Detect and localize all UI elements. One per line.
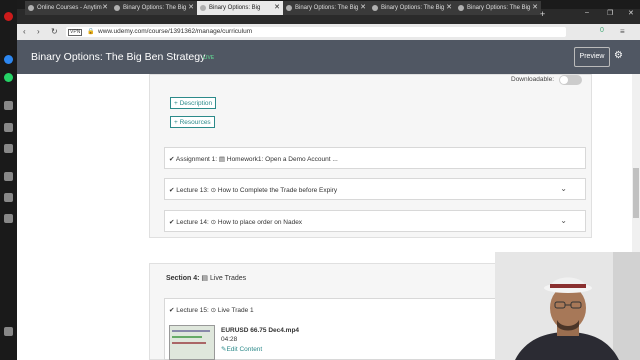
item-title: Homework1: Open a Demo Account ... — [226, 156, 338, 163]
curriculum-item-lecture-13[interactable]: ✔ Lecture 13: ⊙ How to Complete the Trad… — [164, 178, 586, 200]
close-tab-icon[interactable]: ✕ — [532, 1, 538, 15]
heart-icon[interactable] — [4, 193, 13, 202]
check-circle-icon: ✔ — [169, 219, 175, 226]
downloadable-label: Downloadable: — [511, 76, 555, 83]
scrollbar-thumb[interactable] — [633, 168, 639, 218]
thumbnail-detail — [172, 342, 206, 344]
item-prefix: Lecture 14: — [176, 219, 209, 226]
search-icon[interactable] — [4, 101, 13, 110]
thumbnail-detail — [172, 336, 202, 338]
gear-icon[interactable]: ⚙ — [614, 50, 623, 61]
tab-1[interactable]: Online Courses - Anytim ✕ — [25, 1, 111, 15]
tab-6[interactable]: Binary Options: The Big ✕ — [455, 1, 541, 15]
item-prefix: Assignment 1: — [175, 156, 218, 163]
extension-badge[interactable]: 0 — [600, 27, 604, 34]
document-icon: ▤ — [218, 156, 226, 163]
add-description-button[interactable]: + Description — [170, 97, 217, 109]
check-circle-icon: ✔ — [169, 307, 175, 314]
new-tab-button[interactable]: + — [540, 9, 545, 19]
favicon-icon — [200, 5, 206, 11]
whatsapp-icon[interactable] — [4, 73, 13, 82]
curriculum-item-lecture-14[interactable]: ✔ Lecture 14: ⊙ How to place order on Na… — [164, 210, 586, 232]
lecture-15-header: ✔ Lecture 15: ⊙ Live Trade 1 — [169, 306, 254, 314]
webcam-overlay — [495, 252, 640, 360]
tab-4[interactable]: Binary Options: The Big ✕ — [283, 1, 369, 15]
status-badge: LIVE — [203, 55, 215, 61]
item-title: Live Trade 1 — [217, 307, 254, 314]
reload-icon[interactable]: ↻ — [51, 27, 58, 36]
opera-sidebar — [0, 0, 17, 360]
edit-content-link[interactable]: ✎Edit Content — [221, 345, 262, 353]
menu-icon[interactable]: ≡ — [620, 27, 625, 36]
tab-3-active[interactable]: Binary Options: Big ✕ — [197, 1, 283, 15]
chevron-down-icon[interactable]: ⌄ — [560, 184, 567, 193]
item-title: How to Complete the Trade before Expiry — [217, 187, 338, 194]
restore-button[interactable]: ❐ — [607, 9, 613, 17]
check-circle-icon: ✔ — [169, 187, 175, 194]
preview-button[interactable]: Preview — [574, 47, 610, 67]
back-icon[interactable]: ‹ — [23, 27, 26, 36]
video-duration: 04:28 — [221, 336, 238, 343]
section-label: Section 4: — [166, 275, 200, 282]
forward-icon[interactable]: › — [37, 27, 40, 36]
toggle-knob — [560, 76, 568, 84]
favicon-icon — [28, 5, 34, 11]
vpn-badge[interactable]: VPN — [68, 29, 83, 36]
video-filename: EURUSD 66.75 Dec4.mp4 — [221, 327, 300, 334]
opera-logo-icon[interactable] — [4, 12, 13, 21]
item-prefix: Lecture 13: — [176, 187, 209, 194]
section-title: Live Trades — [209, 275, 247, 282]
close-tab-icon[interactable]: ✕ — [102, 1, 108, 15]
camera-icon[interactable] — [4, 144, 13, 153]
sidebar-toggle-icon[interactable] — [4, 327, 13, 336]
favicon-icon — [372, 5, 378, 11]
favicon-icon — [458, 5, 464, 11]
close-tab-icon[interactable]: ✕ — [446, 1, 452, 15]
favicon-icon — [286, 5, 292, 11]
tab-5[interactable]: Binary Options: The Big ✕ — [369, 1, 455, 15]
item-title: How to place order on Nadex — [217, 219, 303, 226]
news-icon[interactable] — [4, 214, 13, 223]
thumbnail-detail — [172, 330, 210, 332]
send-icon[interactable] — [4, 123, 13, 132]
play-circle-icon: ⊙ — [210, 187, 217, 194]
presenter-image — [495, 252, 640, 360]
close-tab-icon[interactable]: ✕ — [274, 1, 280, 15]
section-4-header: Section 4: ▤ Live Trades — [166, 274, 246, 282]
favicon-icon — [114, 5, 120, 11]
messenger-icon[interactable] — [4, 55, 13, 64]
add-resources-button[interactable]: + Resources — [170, 116, 215, 128]
apps-icon[interactable] — [4, 172, 13, 181]
close-tab-icon[interactable]: ✕ — [360, 1, 366, 15]
chevron-down-icon[interactable]: ⌄ — [560, 216, 567, 225]
play-circle-icon: ⊙ — [210, 307, 217, 314]
play-circle-icon: ⊙ — [210, 219, 217, 226]
document-icon: ▤ — [201, 275, 209, 282]
curriculum-item-assignment-1[interactable]: ✔ Assignment 1: ▤ Homework1: Open a Demo… — [164, 147, 586, 169]
item-prefix: Lecture 15: — [176, 307, 209, 314]
minimize-button[interactable]: – — [585, 9, 589, 16]
url-text[interactable]: www.udemy.com/course/1391362/manage/curr… — [98, 28, 252, 35]
check-circle-icon: ✔ — [169, 156, 175, 163]
close-window-button[interactable]: ✕ — [628, 9, 634, 17]
lock-icon: 🔒 — [87, 29, 95, 35]
tab-2[interactable]: Binary Options: The Big ✕ — [111, 1, 197, 15]
close-tab-icon[interactable]: ✕ — [188, 1, 194, 15]
course-title: Binary Options: The Big Ben Strategy — [31, 51, 206, 63]
